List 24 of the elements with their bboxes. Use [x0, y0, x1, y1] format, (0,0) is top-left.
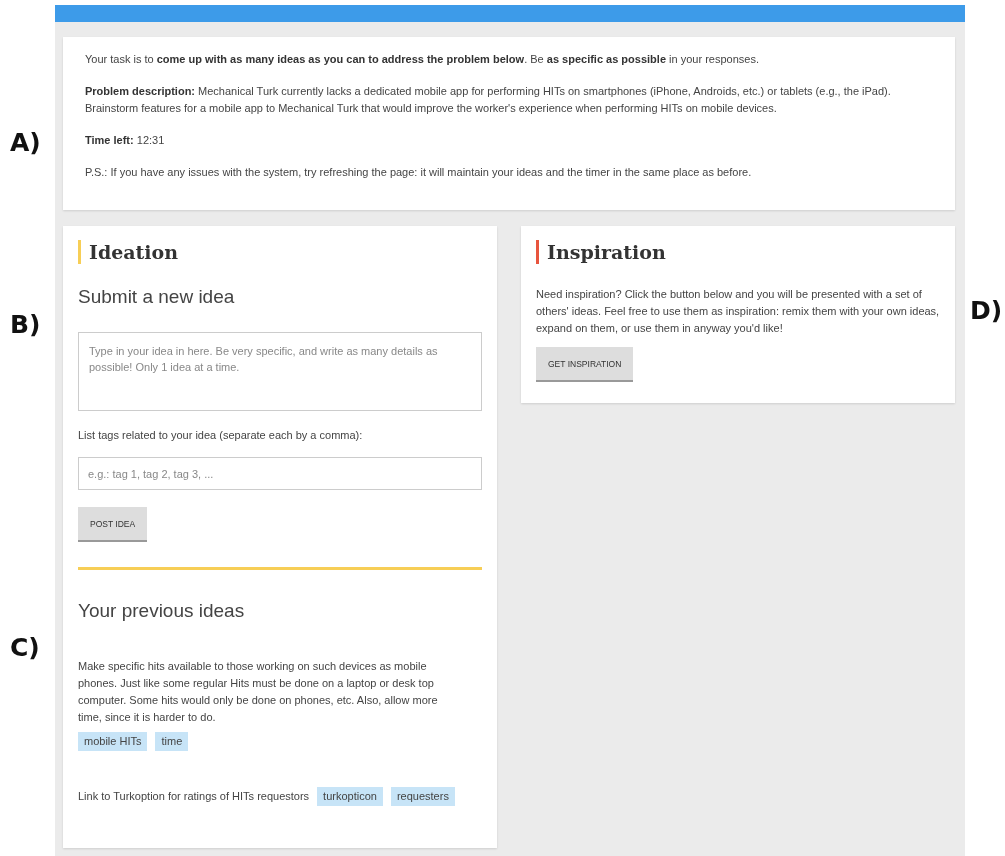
tags-label: List tags related to your idea (separate each by a comma): — [78, 429, 363, 441]
section-heading: Inspiration — [536, 240, 666, 264]
problem-description: Problem description: Mechanical Turk currently lacks a dedicated mobile app for performing HITs on smartphones (iPhone, Androids, etc.) or tablets (e.g., the iPad). Brainstorm features for a mobile app to Mechanical Turk that would improve the worker's experience when performing HITs on mobile devices. — [85, 84, 892, 116]
panel-label: C) — [10, 633, 40, 662]
section-heading: Ideation — [78, 240, 179, 264]
task-intro: Your task is to come up with as many ideas as you can to address the problem below. Be as specific as possible in your responses. — [85, 52, 760, 67]
note-text: P.S.: If you have any issues with the system, try refreshing the page: it will maintain your ideas and the timer in the same place as before. — [85, 165, 753, 180]
tag: requesters — [390, 787, 455, 806]
previous-ideas-heading: Your previous ideas — [78, 600, 245, 622]
panel-label: B) — [10, 310, 41, 339]
tags-field[interactable]: e.g.: tag 1, tag 2, tag 3, ... — [78, 457, 482, 490]
time-left: Time left: 12:31 — [85, 133, 166, 148]
inspiration-text: Need inspiration? Click the button below and you will be presented with a set of others' ideas. Feel free to use them as inspiration: remix them with your own ideas, expand on them, or use them in anyway you'd like! — [536, 287, 940, 336]
tag: turkopticon — [317, 787, 383, 806]
idea-text: Link to Turkoption for ratings of HITs requestors — [78, 789, 310, 804]
tag: time — [155, 732, 189, 751]
panel-label: A) — [10, 128, 41, 157]
post-idea-button[interactable]: POST IDEA — [78, 507, 148, 542]
panel-label: D) — [970, 296, 1003, 325]
form-heading: Submit a new idea — [78, 286, 235, 308]
idea-field[interactable]: Type in your idea in here. Be very specific, and write as many details as possible! Only 1 idea at a time. — [78, 332, 482, 411]
get-inspiration-button[interactable]: GET INSPIRATION — [536, 347, 634, 382]
idea-text: Make specific hits available to those working on such devices as mobile phones. Just like some regular Hits must be done on a laptop or desk top computer. Some hits would only be done on phones, etc. Also, allow more time, since it is harder to do. — [78, 659, 439, 725]
tag: mobile HITs — [78, 732, 148, 751]
